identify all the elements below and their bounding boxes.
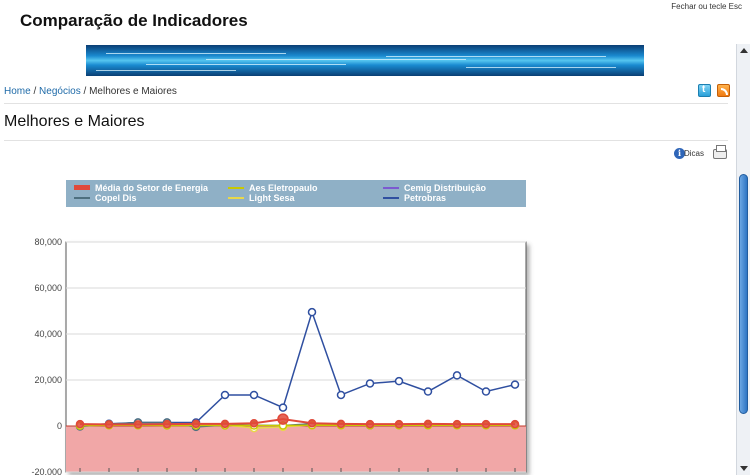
data-point <box>133 420 143 429</box>
data-point <box>307 307 317 317</box>
banner-image <box>86 45 644 76</box>
chart-legend: Média do Setor de Energia Aes Eletropaulo… <box>66 180 526 207</box>
close-hint[interactable]: Fechar ou tecle Esc <box>671 2 742 11</box>
rss-icon[interactable] <box>717 84 730 97</box>
twitter-icon[interactable] <box>698 84 711 97</box>
data-point <box>278 403 288 412</box>
vertical-scrollbar[interactable] <box>736 44 750 475</box>
data-point <box>336 419 346 429</box>
divider <box>4 140 728 141</box>
legend-label: Aes Eletropaulo <box>249 183 318 193</box>
scroll-up-icon[interactable] <box>740 48 748 53</box>
data-point <box>394 419 404 429</box>
data-point <box>220 390 230 400</box>
breadcrumb-home-link[interactable]: Home <box>4 86 31 97</box>
y-tick-label: 60,000 <box>34 283 62 293</box>
data-point <box>365 419 375 429</box>
data-point <box>162 419 172 429</box>
legend-label: Média do Setor de Energia <box>95 183 209 193</box>
data-point <box>307 418 317 428</box>
breadcrumb-separator: / <box>83 86 87 97</box>
page-heading: Melhores e Maiores <box>4 113 145 130</box>
breadcrumb: Home / Negócios / Melhores e Maiores <box>4 86 177 97</box>
data-point <box>423 387 433 396</box>
data-point <box>510 419 520 429</box>
y-tick-label: 80,000 <box>34 237 62 247</box>
y-tick-label: -20,000 <box>31 467 62 475</box>
data-point <box>336 390 346 400</box>
y-tick-label: 20,000 <box>34 375 62 385</box>
data-point <box>277 413 289 425</box>
legend-label: Cemig Distribuição <box>404 183 487 193</box>
legend-label: Copel Dis <box>95 193 137 203</box>
data-point <box>220 419 230 429</box>
data-point <box>510 380 520 389</box>
legend-label: Light Sesa <box>249 193 296 203</box>
window-title: Comparação de Indicadores <box>20 11 248 30</box>
y-tick-label: 40,000 <box>34 329 62 339</box>
data-point <box>452 419 462 429</box>
divider <box>4 103 728 104</box>
data-point <box>365 379 375 388</box>
data-point <box>191 419 201 429</box>
data-point <box>481 419 491 429</box>
y-tick-label: 0 <box>57 421 62 431</box>
breadcrumb-separator: / <box>33 86 37 97</box>
data-point <box>452 371 462 380</box>
line-chart: Média do Setor de Energia Aes Eletropaulo… <box>31 180 527 475</box>
data-point <box>481 387 491 396</box>
data-point <box>423 419 433 429</box>
data-point <box>249 390 259 400</box>
data-point <box>75 419 85 429</box>
scroll-down-icon[interactable] <box>740 466 748 471</box>
breadcrumb-business-link[interactable]: Negócios <box>39 86 81 97</box>
legend-swatch <box>74 185 90 190</box>
data-point <box>249 418 259 428</box>
print-icon[interactable] <box>713 145 727 159</box>
legend-label: Petrobras <box>404 193 446 203</box>
data-point <box>104 420 114 429</box>
tips-link[interactable]: Dicas <box>684 149 704 158</box>
plot-area: 80,000 60,000 40,000 20,000 0 -20,000 <box>31 237 527 475</box>
breadcrumb-current: Melhores e Maiores <box>89 86 177 97</box>
scroll-thumb[interactable] <box>739 174 748 414</box>
negative-zone <box>66 426 526 472</box>
data-point <box>394 376 404 386</box>
